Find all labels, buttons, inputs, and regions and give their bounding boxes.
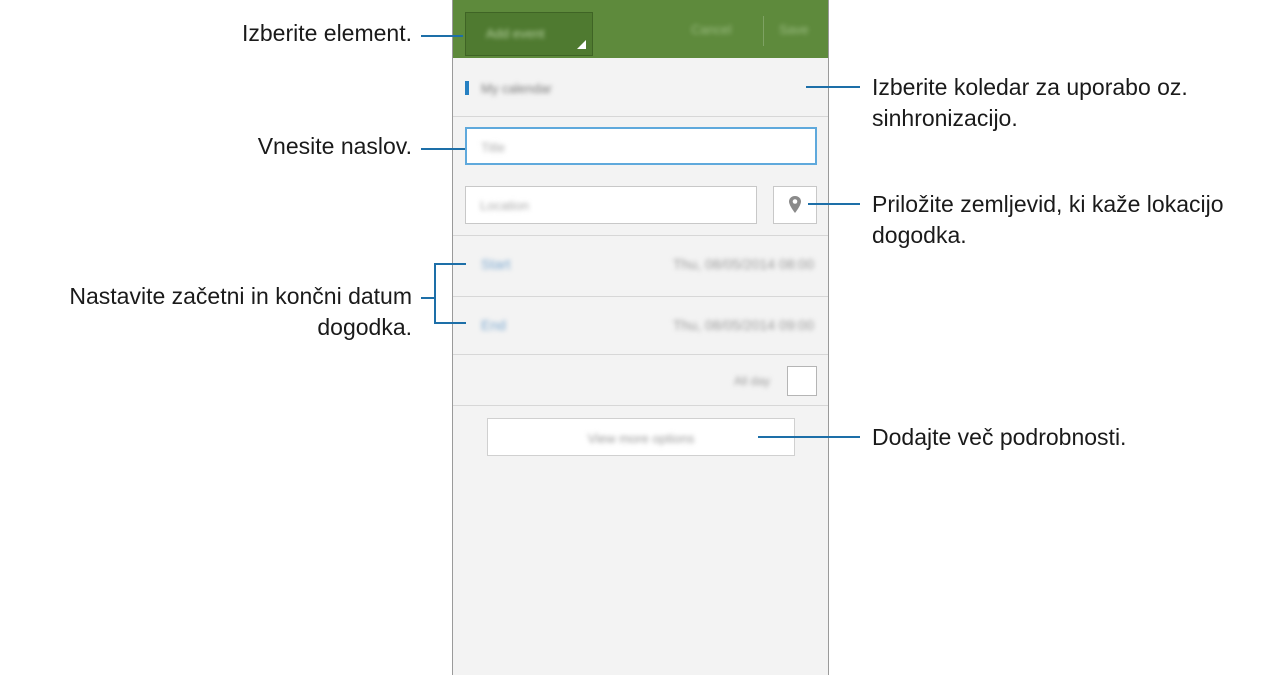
callout-line xyxy=(806,86,860,88)
divider xyxy=(453,354,828,355)
callout-select-calendar-line1: Izberite koledar za uporabo oz. xyxy=(872,74,1188,100)
event-editor-screen: Add event Cancel Save My calendar Title … xyxy=(452,0,829,675)
divider xyxy=(453,405,828,406)
location-placeholder: Location xyxy=(480,198,530,213)
dropdown-indicator-icon xyxy=(577,40,586,49)
title-placeholder: Title xyxy=(481,140,506,155)
all-day-checkbox[interactable] xyxy=(787,366,817,396)
callout-line xyxy=(808,203,860,205)
start-value[interactable]: Thu, 08/05/2014 08:00 xyxy=(673,256,814,272)
map-pin-icon xyxy=(789,196,801,213)
action-bar: Add event Cancel Save xyxy=(453,0,828,58)
callout-line xyxy=(434,322,466,324)
callout-line xyxy=(421,148,465,150)
callout-select-item: Izberite element. xyxy=(241,20,412,46)
divider xyxy=(453,296,828,297)
end-label: End xyxy=(481,317,506,333)
start-label: Start xyxy=(481,256,511,272)
action-divider xyxy=(763,16,764,46)
divider xyxy=(453,235,828,236)
callout-enter-title: Vnesite naslov. xyxy=(257,133,412,159)
callout-line xyxy=(421,297,435,299)
save-button[interactable]: Save xyxy=(779,22,809,37)
title-input[interactable]: Title xyxy=(465,127,817,165)
callout-add-details: Dodajte več podrobnosti. xyxy=(872,424,1127,450)
attach-map-button[interactable] xyxy=(773,186,817,224)
view-more-options-label: View more options xyxy=(587,431,695,446)
callout-attach-map-line1: Priložite zemljevid, ki kaže lokacijo xyxy=(872,191,1224,217)
callout-set-dates-line2: dogodka. xyxy=(317,314,412,340)
callout-line xyxy=(421,35,463,37)
callout-attach-map-line2: dogodka. xyxy=(872,222,967,248)
item-type-label: Add event xyxy=(486,26,545,41)
cancel-button[interactable]: Cancel xyxy=(691,22,731,37)
item-type-dropdown[interactable]: Add event xyxy=(465,12,593,56)
view-more-options-button[interactable]: View more options xyxy=(487,418,795,456)
callout-set-dates-line1: Nastavite začetni in končni datum xyxy=(69,283,412,309)
callout-bracket xyxy=(434,263,436,323)
end-value[interactable]: Thu, 08/05/2014 09:00 xyxy=(673,317,814,333)
callout-line xyxy=(758,436,860,438)
calendar-color-marker xyxy=(465,81,469,95)
location-input[interactable]: Location xyxy=(465,186,757,224)
calendar-selector[interactable]: My calendar xyxy=(453,58,828,117)
callout-select-calendar-line2: sinhronizacijo. xyxy=(872,105,1018,131)
calendar-name: My calendar xyxy=(481,81,552,96)
all-day-label: All day xyxy=(733,374,770,388)
callout-line xyxy=(434,263,466,265)
